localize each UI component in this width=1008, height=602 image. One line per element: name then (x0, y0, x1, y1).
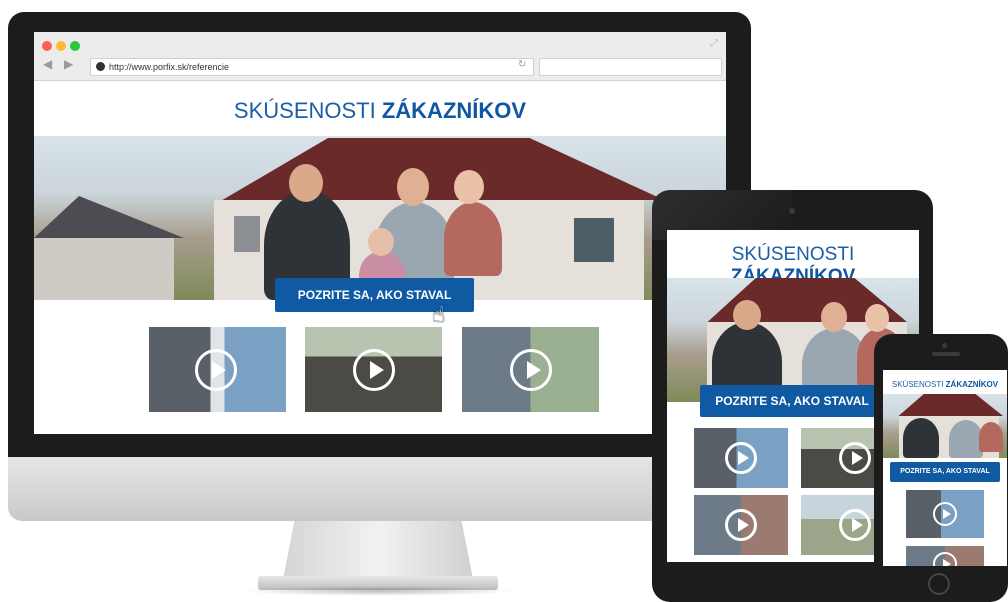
tablet-cta-button[interactable]: POZRITE SA, AKO STAVAL (700, 385, 884, 417)
browser-search-field[interactable] (539, 58, 722, 76)
phone-page-title: SKÚSENOSTI ZÁKAZNÍKOV (883, 380, 1007, 389)
desktop-monitor-stand (283, 521, 473, 579)
hero-left-house-wall (34, 238, 174, 300)
phone-hero-person (949, 420, 983, 458)
address-bar[interactable]: http://www.porfix.sk/referencie (90, 58, 534, 76)
play-icon (933, 502, 957, 526)
phone-camera (942, 343, 947, 348)
page-title-bold: ZÁKAZNÍKOV (381, 98, 527, 123)
tablet-hero-person-face (821, 302, 847, 332)
hero-left-house (34, 196, 184, 238)
video-thumbnail[interactable] (462, 327, 599, 412)
tablet-camera (789, 208, 795, 214)
chevron-left-icon[interactable]: ◀ (43, 57, 52, 71)
hero-child-face (368, 228, 394, 256)
play-icon (839, 509, 871, 541)
page-title-light: SKÚSENOSTI (233, 98, 382, 123)
window-close-button[interactable] (42, 41, 52, 51)
play-icon (725, 442, 757, 474)
hero-window (574, 218, 614, 262)
play-icon (933, 552, 957, 566)
phone-hero-image (883, 394, 1007, 458)
play-icon (353, 349, 395, 391)
browser-chrome: ⤢ ◀ ▶ http://www.porfix.sk/referencie ↻ (34, 32, 726, 81)
reload-icon[interactable]: ↻ (518, 59, 526, 70)
desktop-monitor-shadow (240, 586, 516, 596)
phone-hero-roof (898, 394, 1003, 416)
chevron-right-icon[interactable]: ▶ (64, 57, 73, 71)
phone-video-thumbnail[interactable] (906, 490, 984, 538)
tablet-video-thumbnail[interactable] (694, 495, 788, 555)
phone-home-button[interactable] (928, 573, 950, 595)
play-icon (195, 349, 237, 391)
play-icon (839, 442, 871, 474)
play-icon (725, 509, 757, 541)
play-icon (510, 349, 552, 391)
tablet-hero-child-face (865, 304, 889, 332)
phone-page-title-bold: ZÁKAZNÍKOV (945, 380, 999, 389)
phone-hero-child (979, 422, 1003, 452)
tablet-hero-person-face (733, 300, 761, 330)
desktop-monitor-chin (8, 457, 751, 521)
hand-cursor-icon: ☝ (432, 302, 446, 327)
hero-person-face (397, 168, 429, 206)
hero-child (444, 202, 502, 276)
phone-hero-person (903, 418, 939, 458)
hero-image (34, 136, 726, 300)
phone-speaker (932, 352, 960, 356)
address-url: http://www.porfix.sk/referencie (109, 62, 230, 72)
phone-screen: SKÚSENOSTI ZÁKAZNÍKOV POZRITE SA, AKO ST… (883, 370, 1007, 566)
page-title: SKÚSENOSTI ZÁKAZNÍKOV (34, 98, 726, 124)
hero-child-face (454, 170, 484, 204)
desktop-screen: ⤢ ◀ ▶ http://www.porfix.sk/referencie ↻ … (34, 32, 726, 434)
phone-video-thumbnail[interactable] (906, 546, 984, 566)
hero-window (234, 216, 260, 252)
phone-cta-button[interactable]: POZRITE SA, AKO STAVAL (890, 462, 1000, 482)
window-minimize-button[interactable] (56, 41, 66, 51)
globe-icon (96, 62, 105, 71)
fullscreen-icon[interactable]: ⤢ (710, 38, 718, 49)
video-thumbnail[interactable] (149, 327, 286, 412)
window-zoom-button[interactable] (70, 41, 80, 51)
video-thumbnail[interactable] (305, 327, 442, 412)
tablet-video-thumbnail[interactable] (694, 428, 788, 488)
hero-person-face (289, 164, 323, 202)
phone-page-title-light: SKÚSENOSTI (891, 380, 946, 389)
tablet-page-title-light: SKÚSENOSTI (731, 244, 855, 265)
